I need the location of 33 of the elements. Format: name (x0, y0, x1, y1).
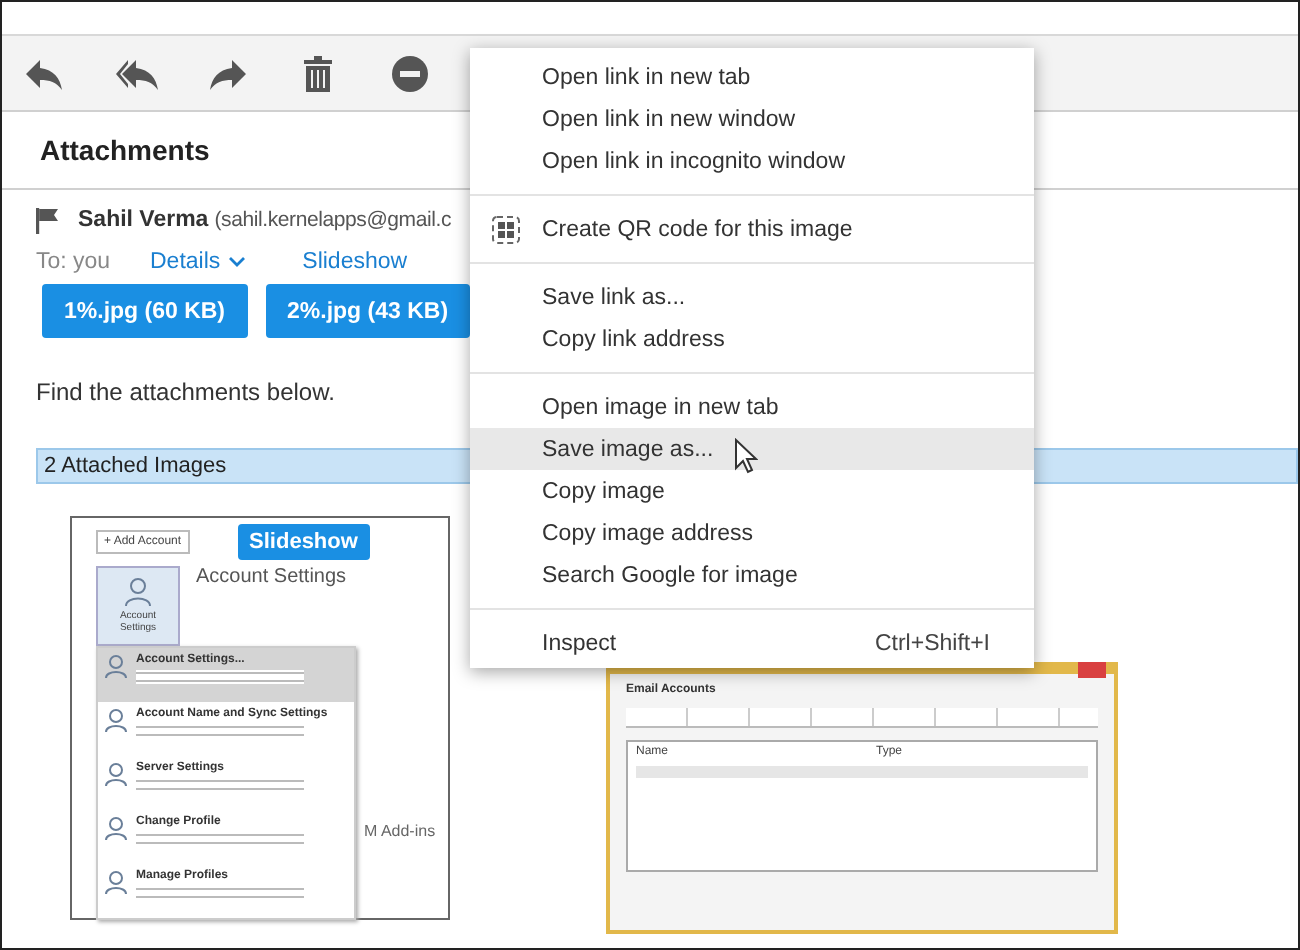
menu-item[interactable]: Open link in incognito window (470, 140, 1034, 182)
person-icon (104, 708, 128, 732)
double-reply-arrow-icon[interactable] (116, 55, 160, 91)
person-icon (104, 816, 128, 840)
reply-arrow-icon[interactable] (24, 55, 68, 91)
header-link[interactable]: Slideshow (302, 250, 408, 274)
message-subject: Attachments (40, 134, 210, 166)
sender-name: Sahil Verma (78, 208, 209, 232)
close-button (1078, 662, 1106, 678)
menu-item[interactable]: Create QR code for this image (470, 208, 1034, 250)
menu-item[interactable]: Save link as... (470, 276, 1034, 318)
menu-item[interactable]: Copy link address (470, 318, 1034, 360)
recipient-label: To: you (36, 250, 113, 274)
panel-heading: Account Settings (196, 566, 347, 592)
menu-item[interactable]: Open link in new window (470, 98, 1034, 140)
sender-email: (sahil.kernelapps@gmail.c (214, 208, 452, 232)
menu-item[interactable]: Search Google for image (470, 554, 1034, 596)
caret-icon[interactable] (228, 256, 247, 268)
person-icon (124, 578, 152, 606)
section-heading: M Add-ins (364, 822, 436, 840)
menu-item[interactable]: Save image as... (470, 428, 1034, 470)
person-icon (104, 654, 128, 678)
forward-arrow-icon[interactable] (208, 55, 252, 91)
mouse-cursor-icon (734, 438, 758, 474)
header-link[interactable]: Details (150, 250, 221, 274)
flag-icon[interactable] (36, 207, 60, 233)
menu-item[interactable]: Copy image address (470, 512, 1034, 554)
message-body: Find the attachments below. (36, 378, 335, 406)
person-icon (104, 762, 128, 786)
menu-item[interactable]: Open image in new tab (470, 386, 1034, 428)
qr-code-icon (492, 215, 520, 243)
menu-item[interactable]: Inspect Ctrl+Shift+I (470, 622, 1034, 664)
person-icon (104, 870, 128, 894)
